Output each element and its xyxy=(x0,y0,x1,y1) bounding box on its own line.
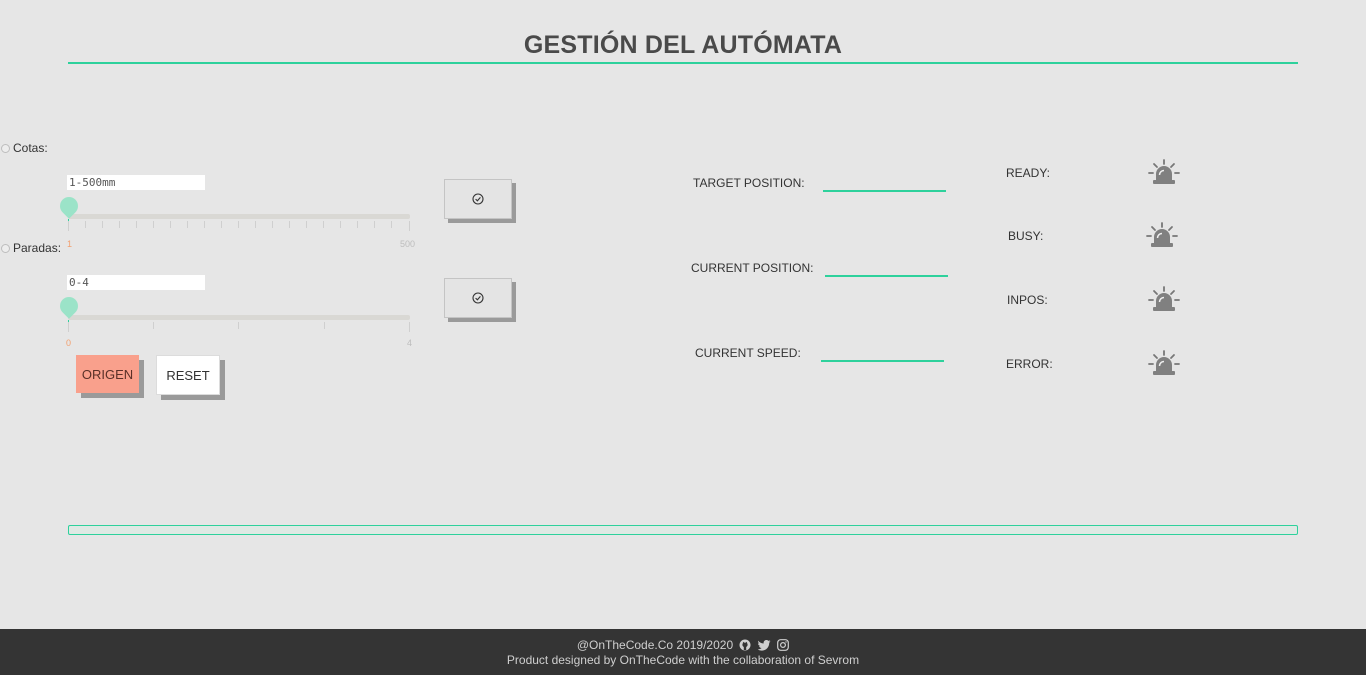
busy-alarm-icon xyxy=(1146,221,1178,254)
cotas-slider-min-label: 1 xyxy=(67,239,73,249)
current-position-value xyxy=(825,261,948,275)
footer-credits: Product designed by OnTheCode with the c… xyxy=(506,653,860,667)
current-speed-label: CURRENT SPEED: xyxy=(695,346,801,360)
cotas-slider-max-label: 500 xyxy=(400,239,416,249)
cotas-radio[interactable] xyxy=(1,144,10,153)
instagram-icon[interactable] xyxy=(777,639,790,651)
cotas-confirm-button[interactable] xyxy=(444,179,512,219)
cotas-label: Cotas: xyxy=(13,141,48,155)
reset-button[interactable]: RESET xyxy=(156,355,220,395)
cotas-slider[interactable]: 1 500 xyxy=(56,193,420,250)
github-icon[interactable] xyxy=(739,639,751,651)
current-position-label: CURRENT POSITION: xyxy=(691,261,814,275)
cotas-range-input[interactable]: 1-500mm xyxy=(67,175,205,190)
target-position-label: TARGET POSITION: xyxy=(693,176,805,190)
paradas-slider-track xyxy=(68,315,410,320)
cotas-slider-ticks xyxy=(68,221,410,231)
progress-bar xyxy=(68,525,1298,535)
cotas-slider-track xyxy=(68,214,410,219)
footer-line-1: @OnTheCode.Co 2019/2020 xyxy=(0,638,1366,652)
paradas-radio[interactable] xyxy=(1,244,10,253)
page-title: GESTIÓN DEL AUTÓMATA xyxy=(523,31,843,59)
paradas-slider-min-label: 0 xyxy=(66,338,72,348)
paradas-confirm-button[interactable] xyxy=(444,278,512,318)
current-speed-underline xyxy=(821,360,944,362)
origen-button[interactable]: ORIGEN xyxy=(76,355,139,393)
footer-copyright: @OnTheCode.Co 2019/2020 xyxy=(576,638,734,652)
paradas-slider[interactable]: 0 4 xyxy=(56,293,420,350)
busy-label: BUSY: xyxy=(1008,229,1044,243)
check-circle-icon xyxy=(472,193,484,205)
inpos-alarm-icon xyxy=(1148,285,1180,318)
error-label: ERROR: xyxy=(1006,357,1053,371)
ready-alarm-icon xyxy=(1148,158,1180,191)
ready-label: READY: xyxy=(1006,166,1051,180)
target-position-underline xyxy=(823,190,946,192)
paradas-slider-max-label: 4 xyxy=(407,338,413,348)
target-position-value xyxy=(823,176,946,190)
paradas-label: Paradas: xyxy=(13,241,62,255)
check-circle-icon xyxy=(472,292,484,304)
inpos-label: INPOS: xyxy=(1007,293,1048,307)
paradas-range-input[interactable]: 0-4 xyxy=(67,275,205,290)
title-divider xyxy=(68,62,1298,64)
current-speed-value xyxy=(821,346,944,360)
paradas-slider-ticks xyxy=(68,322,410,332)
current-position-underline xyxy=(825,275,948,277)
twitter-icon[interactable] xyxy=(757,640,771,651)
footer: @OnTheCode.Co 2019/2020 Product designed… xyxy=(0,629,1366,675)
error-alarm-icon xyxy=(1148,349,1180,382)
